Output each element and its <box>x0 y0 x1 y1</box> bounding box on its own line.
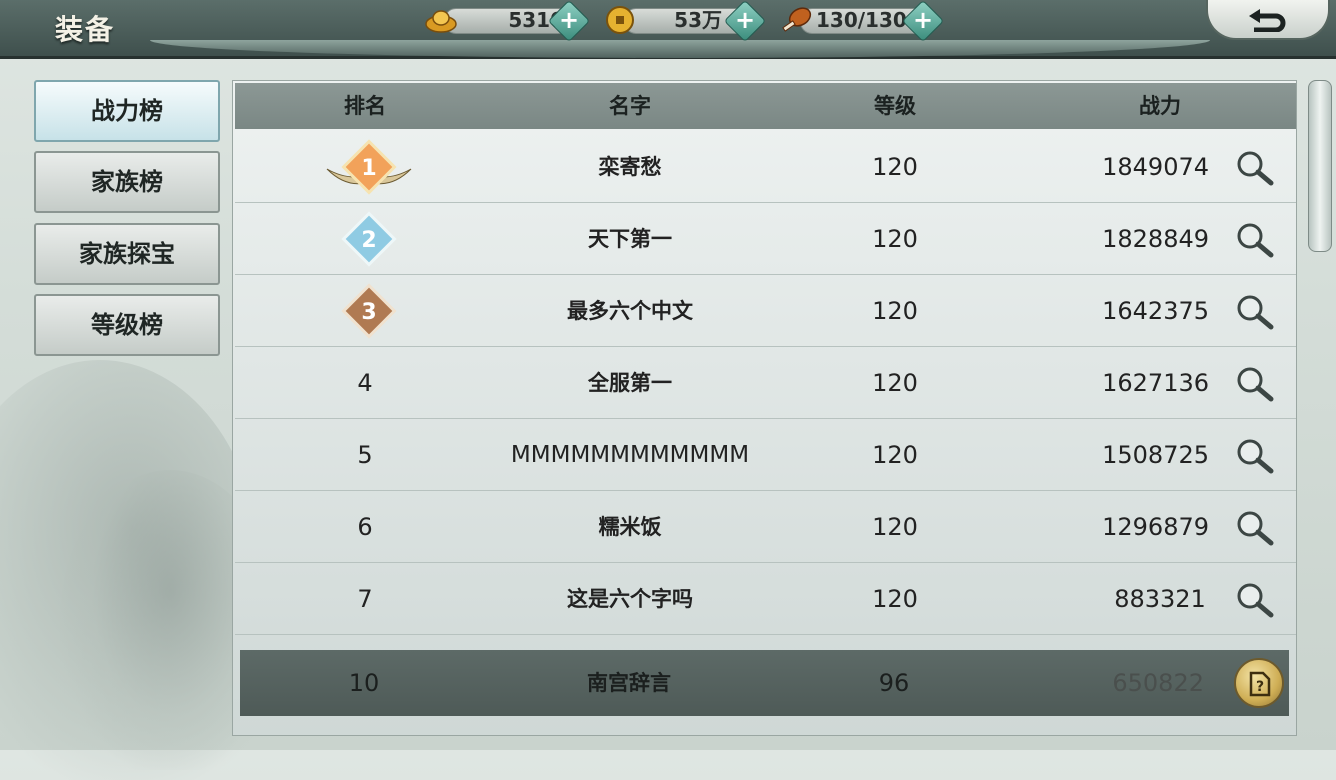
my-rank: 10 <box>348 669 380 697</box>
coin-icon <box>606 6 634 34</box>
stamina-value: 130/130 <box>816 8 907 32</box>
medal-rank-text: 2 <box>361 228 376 253</box>
my-power: 650822 <box>1112 669 1204 697</box>
player-power: 1627136 <box>1102 369 1209 397</box>
player-level: 120 <box>872 153 918 181</box>
player-power: 883321 <box>1114 585 1206 613</box>
medal-rank-text: 1 <box>361 156 376 181</box>
help-document-icon: ? <box>1249 671 1271 697</box>
player-rank: 6 <box>357 513 373 541</box>
header-rank: 排名 <box>344 94 386 118</box>
add-stamina-button[interactable]: + <box>901 0 945 43</box>
plus-icon: + <box>734 6 756 34</box>
plus-icon: + <box>912 6 934 34</box>
player-name: 这是六个字吗 <box>567 587 693 611</box>
gold-medal-icon: 1 <box>326 139 412 195</box>
ranking-panel: 排名 名字 等级 战力 1 栾寄愁 120 1849074 2 天下第一 120… <box>232 80 1297 736</box>
player-power: 1296879 <box>1102 513 1209 541</box>
table-row[interactable]: 5 MMMMMMMMMMMM 120 1508725 <box>235 419 1296 491</box>
resource-gold-ingot: 5310 + <box>424 0 591 43</box>
my-name: 南宫辞言 <box>587 671 671 695</box>
help-button[interactable]: ? <box>1234 658 1284 708</box>
back-arrow-icon <box>1249 9 1286 32</box>
bronze-medal-icon: 3 <box>341 283 397 339</box>
player-level: 120 <box>872 369 918 397</box>
magnifier-icon[interactable] <box>1235 149 1275 187</box>
magnifier-icon[interactable] <box>1235 437 1275 475</box>
add-coin-button[interactable]: + <box>723 0 767 43</box>
page-title: 装备 <box>55 13 116 46</box>
meat-leg-icon <box>782 7 812 32</box>
silver-medal-icon: 2 <box>341 211 397 267</box>
table-header: 排名 名字 等级 战力 <box>235 83 1296 129</box>
tab-power-ranking[interactable]: 战力榜 <box>34 80 220 142</box>
header-level: 等级 <box>874 94 916 118</box>
player-name: 天下第一 <box>588 227 672 251</box>
player-name: 全服第一 <box>588 371 672 395</box>
tab-level-ranking[interactable]: 等级榜 <box>34 294 220 356</box>
table-row[interactable]: 7 这是六个字吗 120 883321 <box>235 563 1296 635</box>
header-power: 战力 <box>1139 94 1181 118</box>
medal-rank-text: 3 <box>361 300 376 325</box>
player-power: 1642375 <box>1102 297 1209 325</box>
table-row[interactable]: 2 天下第一 120 1828849 <box>235 203 1296 275</box>
gold-ingot-icon <box>425 10 457 33</box>
add-gold-ingot-button[interactable]: + <box>547 0 591 43</box>
player-level: 120 <box>872 225 918 253</box>
svg-text:?: ? <box>1256 679 1264 695</box>
top-bar-ornament <box>150 40 1210 58</box>
table-row[interactable]: 1 栾寄愁 120 1849074 <box>235 131 1296 203</box>
player-level: 120 <box>872 441 918 469</box>
player-level: 120 <box>872 297 918 325</box>
header-name: 名字 <box>609 94 651 118</box>
player-power: 1849074 <box>1102 153 1209 181</box>
magnifier-icon[interactable] <box>1235 365 1275 403</box>
coin-value: 53万 <box>674 8 722 32</box>
player-power: 1508725 <box>1102 441 1209 469</box>
table-row[interactable]: 6 糯米饭 120 1296879 <box>235 491 1296 563</box>
scroll-ornament <box>1308 80 1332 252</box>
player-name: 最多六个中文 <box>567 299 693 323</box>
player-name: MMMMMMMMMMMM <box>510 442 750 468</box>
table-row[interactable]: 3 最多六个中文 120 1642375 <box>235 275 1296 347</box>
player-level: 120 <box>872 513 918 541</box>
top-bar: 装备 5310 + 53万 + 130/130 + <box>0 0 1336 59</box>
player-rank: 7 <box>357 585 373 613</box>
resource-stamina: 130/130 + <box>780 0 945 43</box>
tab-family-ranking[interactable]: 家族榜 <box>34 151 220 213</box>
magnifier-icon[interactable] <box>1235 509 1275 547</box>
player-power: 1828849 <box>1102 225 1209 253</box>
my-level: 96 <box>878 669 910 697</box>
my-rank-row: 10 南宫辞言 96 650822 ? <box>240 650 1289 716</box>
back-button[interactable] <box>1206 0 1330 40</box>
player-level: 120 <box>872 585 918 613</box>
magnifier-icon[interactable] <box>1235 581 1275 619</box>
player-name: 糯米饭 <box>598 515 662 539</box>
table-row[interactable]: 4 全服第一 120 1627136 <box>235 347 1296 419</box>
player-rank: 4 <box>357 369 373 397</box>
resource-coin: 53万 + <box>604 0 767 43</box>
magnifier-icon[interactable] <box>1235 293 1275 331</box>
plus-icon: + <box>558 6 580 34</box>
player-rank: 5 <box>357 441 373 469</box>
magnifier-icon[interactable] <box>1235 221 1275 259</box>
player-name: 栾寄愁 <box>598 155 662 179</box>
tab-family-treasure[interactable]: 家族探宝 <box>34 223 220 285</box>
